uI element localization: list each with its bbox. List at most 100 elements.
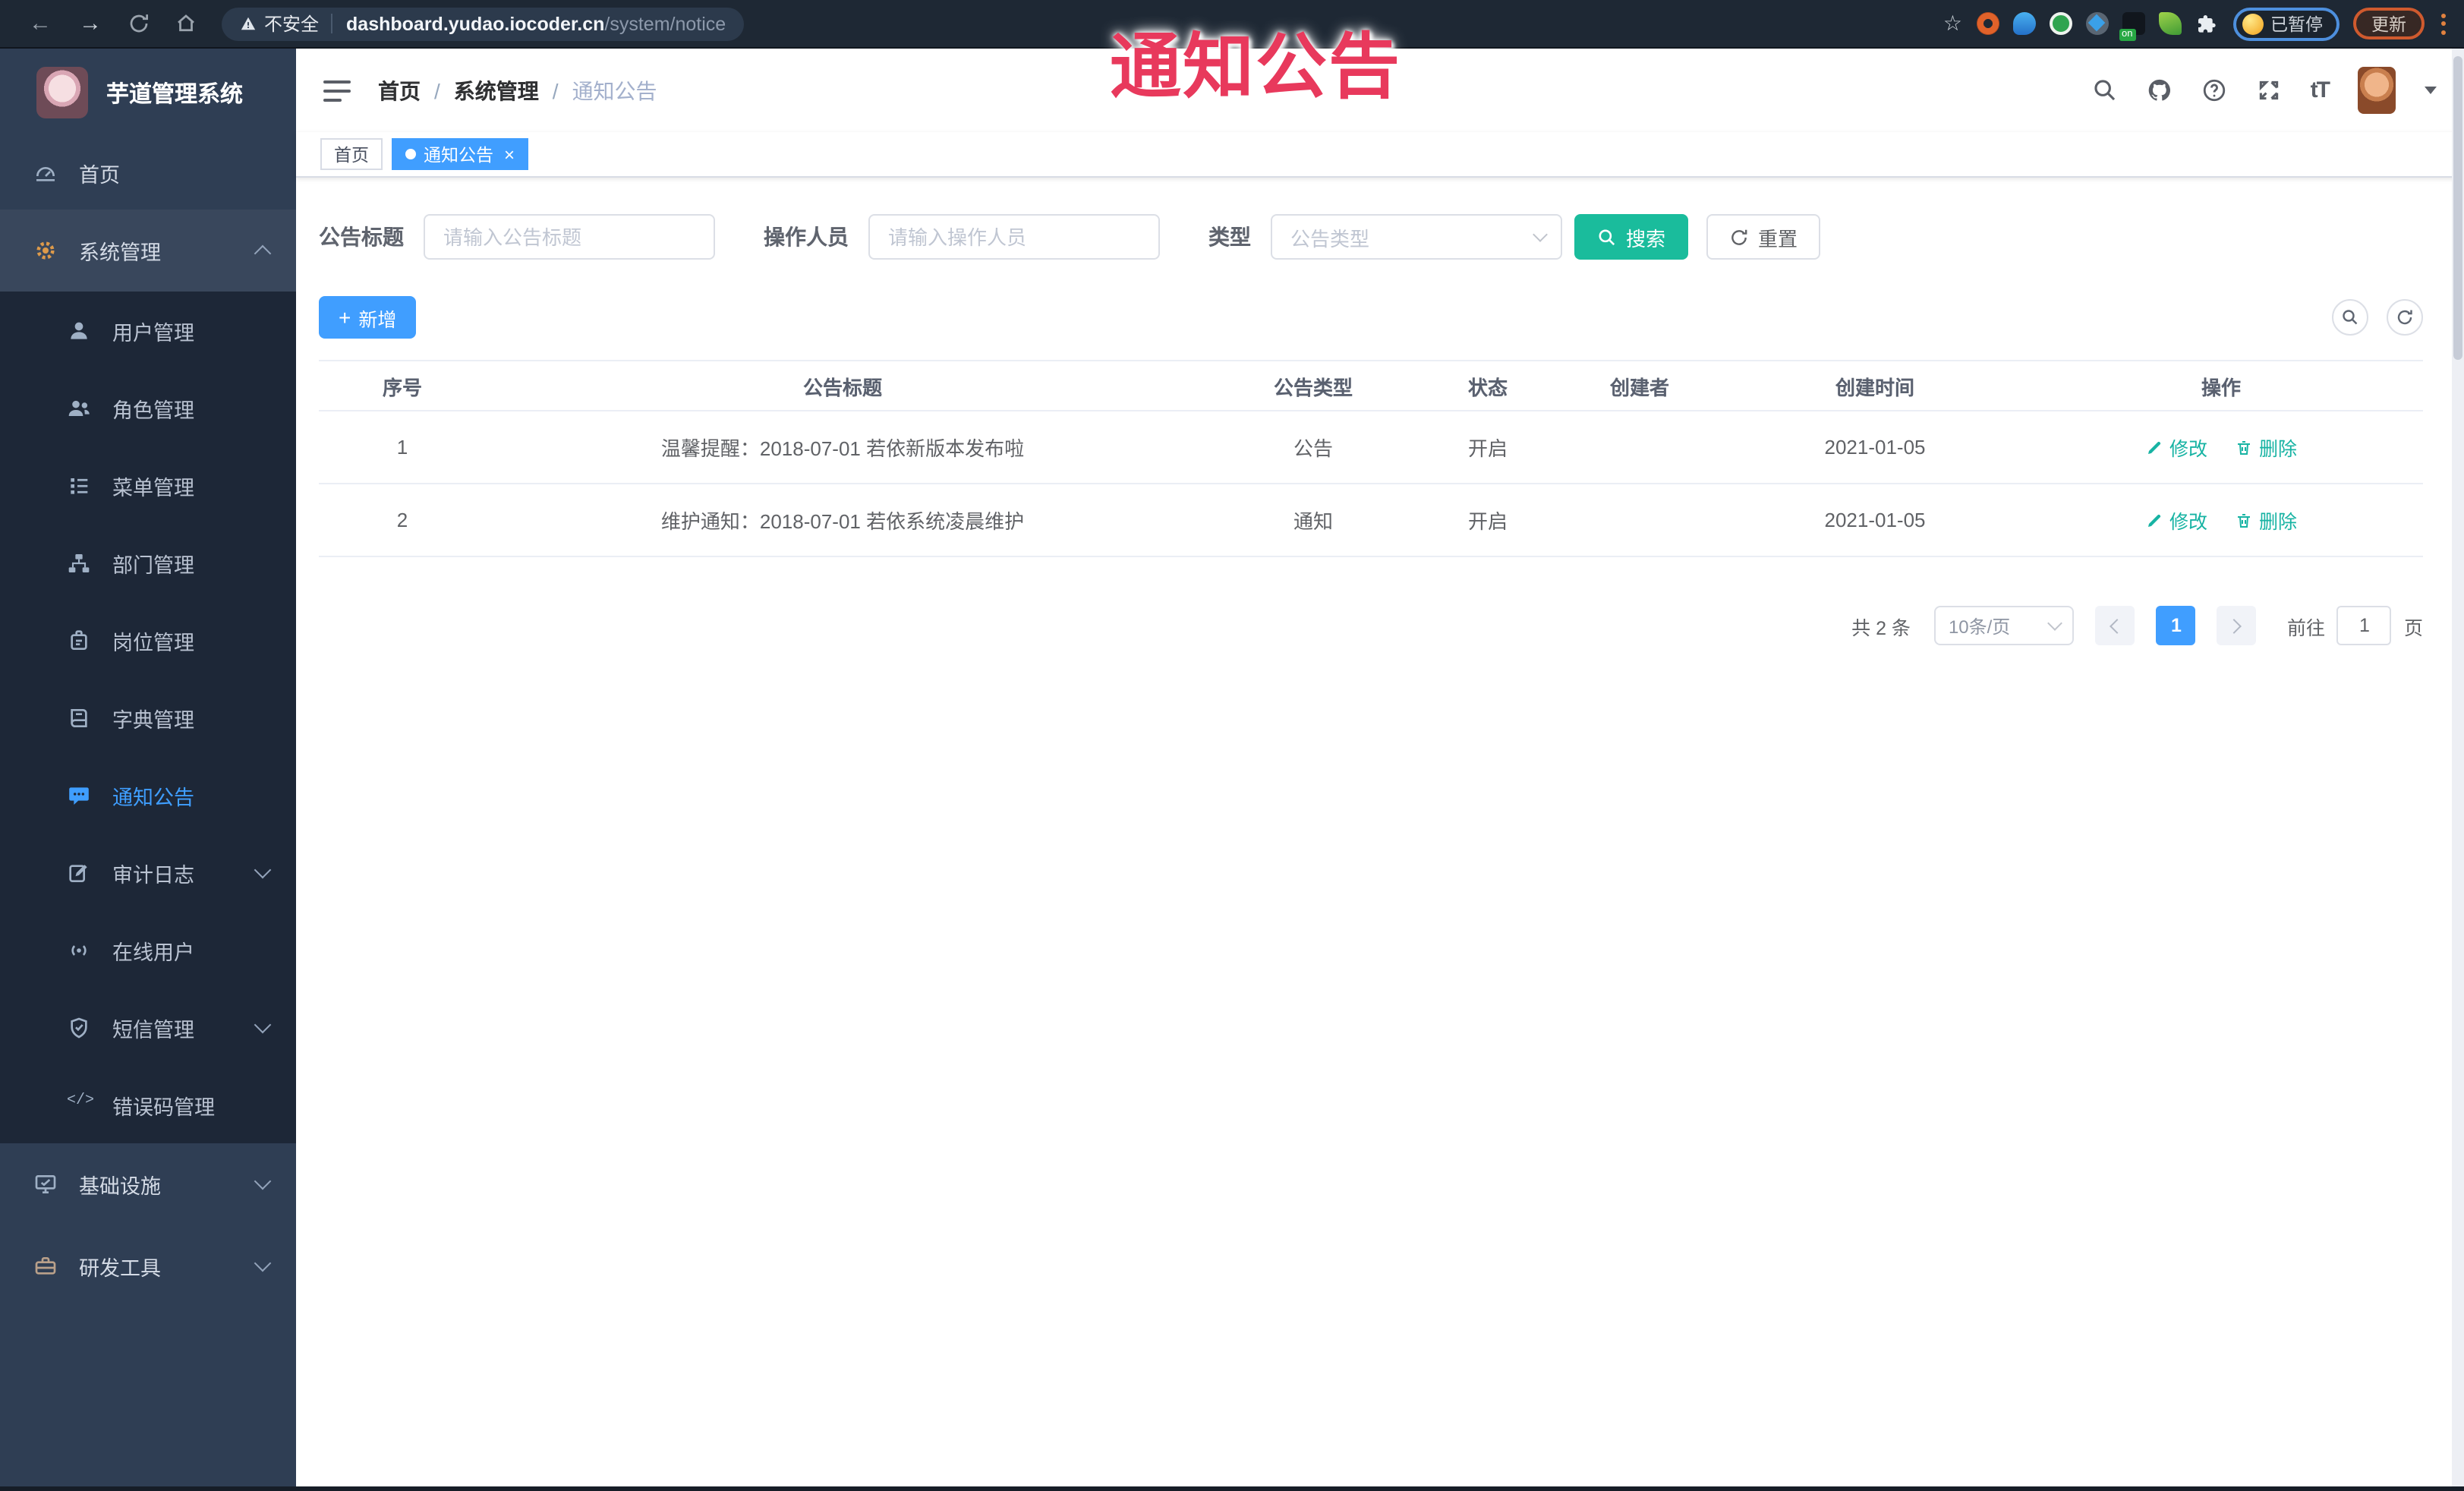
browser-menu-icon[interactable]	[2441, 13, 2446, 34]
extension-on-badge: on	[2119, 29, 2136, 41]
audit-log-icon	[69, 864, 87, 881]
cell-created: 2021-01-05	[1824, 509, 1926, 531]
sidebar-item-label: 研发工具	[79, 1257, 161, 1280]
close-icon[interactable]: ×	[504, 145, 515, 163]
extension-diamond-icon[interactable]	[2085, 12, 2108, 35]
extension-adblock-icon[interactable]	[1976, 12, 1999, 35]
browser-update-button[interactable]: 更新	[2353, 8, 2425, 39]
sidebar-item-departments[interactable]: 部门管理	[0, 524, 296, 601]
sidebar-item-error-codes[interactable]: </> 错误码管理	[0, 1066, 296, 1143]
app-title: 芋道管理系统	[106, 81, 244, 107]
operator-input[interactable]	[868, 214, 1160, 260]
extension-pin-icon[interactable]	[2012, 12, 2035, 35]
github-icon[interactable]	[2147, 77, 2173, 103]
monitor-icon	[35, 1175, 56, 1193]
delete-link[interactable]: 删除	[2235, 506, 2297, 534]
right-toolbar	[2332, 299, 2423, 336]
hamburger-icon[interactable]	[323, 80, 351, 101]
prev-page-button[interactable]	[2095, 606, 2135, 645]
edit-link-label: 修改	[2169, 439, 2207, 460]
browser-profile-chip[interactable]: 已暂停	[2232, 7, 2340, 40]
font-size-icon[interactable]: tT	[2311, 77, 2330, 103]
page-size-select[interactable]: 10条/页	[1934, 606, 2075, 645]
sidebar-item-notices[interactable]: 通知公告	[0, 756, 296, 834]
sidebar-item-audit-log[interactable]: 审计日志	[0, 834, 296, 911]
edit-link[interactable]: 修改	[2145, 433, 2207, 462]
pencil-icon	[2147, 513, 2161, 526]
refresh-table-button[interactable]	[2387, 299, 2423, 336]
sidebar-item-label: 短信管理	[112, 1018, 194, 1041]
sidebar-item-infrastructure[interactable]: 基础设施	[0, 1143, 296, 1225]
add-button-label: 新增	[358, 309, 397, 330]
sidebar-item-dev-tools[interactable]: 研发工具	[0, 1225, 296, 1307]
url-separator	[331, 14, 333, 33]
tab-label: 首页	[334, 147, 369, 165]
sidebar-item-online-users[interactable]: 在线用户	[0, 911, 296, 988]
sidebar-item-system[interactable]: 系统管理	[0, 210, 296, 292]
sidebar-item-label: 部门管理	[112, 553, 194, 576]
add-button[interactable]: + 新增	[319, 296, 417, 339]
tab-notices[interactable]: 通知公告 ×	[392, 138, 529, 170]
sidebar-item-label: 岗位管理	[112, 631, 194, 654]
cell-status: 开启	[1467, 437, 1508, 460]
bookmark-star-icon[interactable]: ☆	[1943, 11, 1962, 36]
type-select[interactable]: 公告类型	[1271, 214, 1562, 260]
sidebar-item-roles[interactable]: 角色管理	[0, 369, 296, 446]
page-number-button[interactable]: 1	[2156, 606, 2196, 645]
extensions-puzzle-icon[interactable]	[2195, 11, 2219, 36]
column-header-status: 状态	[1467, 376, 1508, 399]
breadcrumb-system[interactable]: 系统管理	[454, 75, 539, 106]
avatar-caret-icon[interactable]	[2425, 87, 2437, 94]
goto-page-input[interactable]	[2336, 606, 2392, 645]
browser-reload-icon[interactable]	[128, 12, 150, 35]
edit-link[interactable]: 修改	[2145, 506, 2207, 534]
table-row: 2 维护通知：2018-07-01 若依系统凌晨维护 通知 开启 2021-01…	[319, 484, 2423, 557]
trash-icon	[2238, 513, 2250, 527]
toggle-search-button[interactable]	[2332, 299, 2368, 336]
search-icon[interactable]	[2092, 77, 2118, 103]
sidebar-item-home[interactable]: 首页	[0, 137, 296, 210]
toolbox-icon	[35, 1257, 56, 1275]
sidebar-item-label: 在线用户	[112, 941, 194, 963]
extension-switch-icon[interactable]: on	[2119, 12, 2144, 41]
extension-leaf-icon[interactable]	[2158, 12, 2181, 35]
notice-title-label: 公告标题	[319, 225, 404, 249]
chevron-down-icon	[1533, 227, 1548, 242]
browser-back-icon[interactable]: ←	[29, 11, 52, 36]
sidebar-item-posts[interactable]: 岗位管理	[0, 601, 296, 679]
app-window: 芋道管理系统 首页 系统管理 用户管理 角色管理 菜单管理 部门管理 岗位管理 …	[0, 49, 2464, 1486]
sidebar-item-dicts[interactable]: 字典管理	[0, 679, 296, 756]
sidebar-item-label: 首页	[79, 164, 120, 187]
fullscreen-icon[interactable]	[2256, 77, 2282, 103]
sidebar-item-users[interactable]: 用户管理	[0, 292, 296, 369]
help-icon[interactable]	[2201, 77, 2227, 103]
breadcrumb-current: 通知公告	[572, 78, 657, 102]
notice-title-input[interactable]	[424, 214, 715, 260]
vertical-scrollbar[interactable]	[2452, 49, 2464, 1486]
breadcrumb-home[interactable]: 首页	[378, 75, 421, 106]
table-row: 1 温馨提醒：2018-07-01 若依新版本发布啦 公告 开启 2021-01…	[319, 411, 2423, 484]
tab-home[interactable]: 首页	[320, 138, 383, 170]
search-icon	[2343, 310, 2358, 325]
browser-home-icon[interactable]	[175, 12, 197, 35]
delete-link[interactable]: 删除	[2235, 433, 2297, 462]
next-page-button[interactable]	[2217, 606, 2257, 645]
extension-y-icon[interactable]	[2049, 12, 2072, 35]
sidebar-item-menus[interactable]: 菜单管理	[0, 446, 296, 524]
sidebar-item-label: 菜单管理	[112, 476, 194, 499]
page-content: 公告标题 操作人员 类型 公告类型	[296, 178, 2464, 1486]
reset-button[interactable]: 重置	[1706, 214, 1821, 260]
badge-icon	[71, 629, 87, 649]
search-button[interactable]: 搜索	[1574, 214, 1689, 260]
user-avatar[interactable]	[2358, 67, 2396, 114]
dashboard-icon	[36, 167, 55, 181]
sidebar-submenu-system: 用户管理 角色管理 菜单管理 部门管理 岗位管理 字典管理 通知公告 审计日志 …	[0, 292, 296, 1143]
chevron-left-icon	[2110, 618, 2125, 633]
sidebar-item-label: 系统管理	[79, 241, 161, 264]
profile-status-label: 已暂停	[2270, 16, 2323, 34]
browser-forward-icon[interactable]: →	[79, 11, 102, 36]
scrollbar-thumb[interactable]	[2453, 56, 2462, 360]
sidebar-item-sms[interactable]: 短信管理	[0, 988, 296, 1066]
address-bar[interactable]: 不安全 dashboard.yudao.iocoder.cn /system/n…	[222, 7, 745, 40]
sidebar-logo[interactable]: 芋道管理系统	[0, 49, 296, 137]
